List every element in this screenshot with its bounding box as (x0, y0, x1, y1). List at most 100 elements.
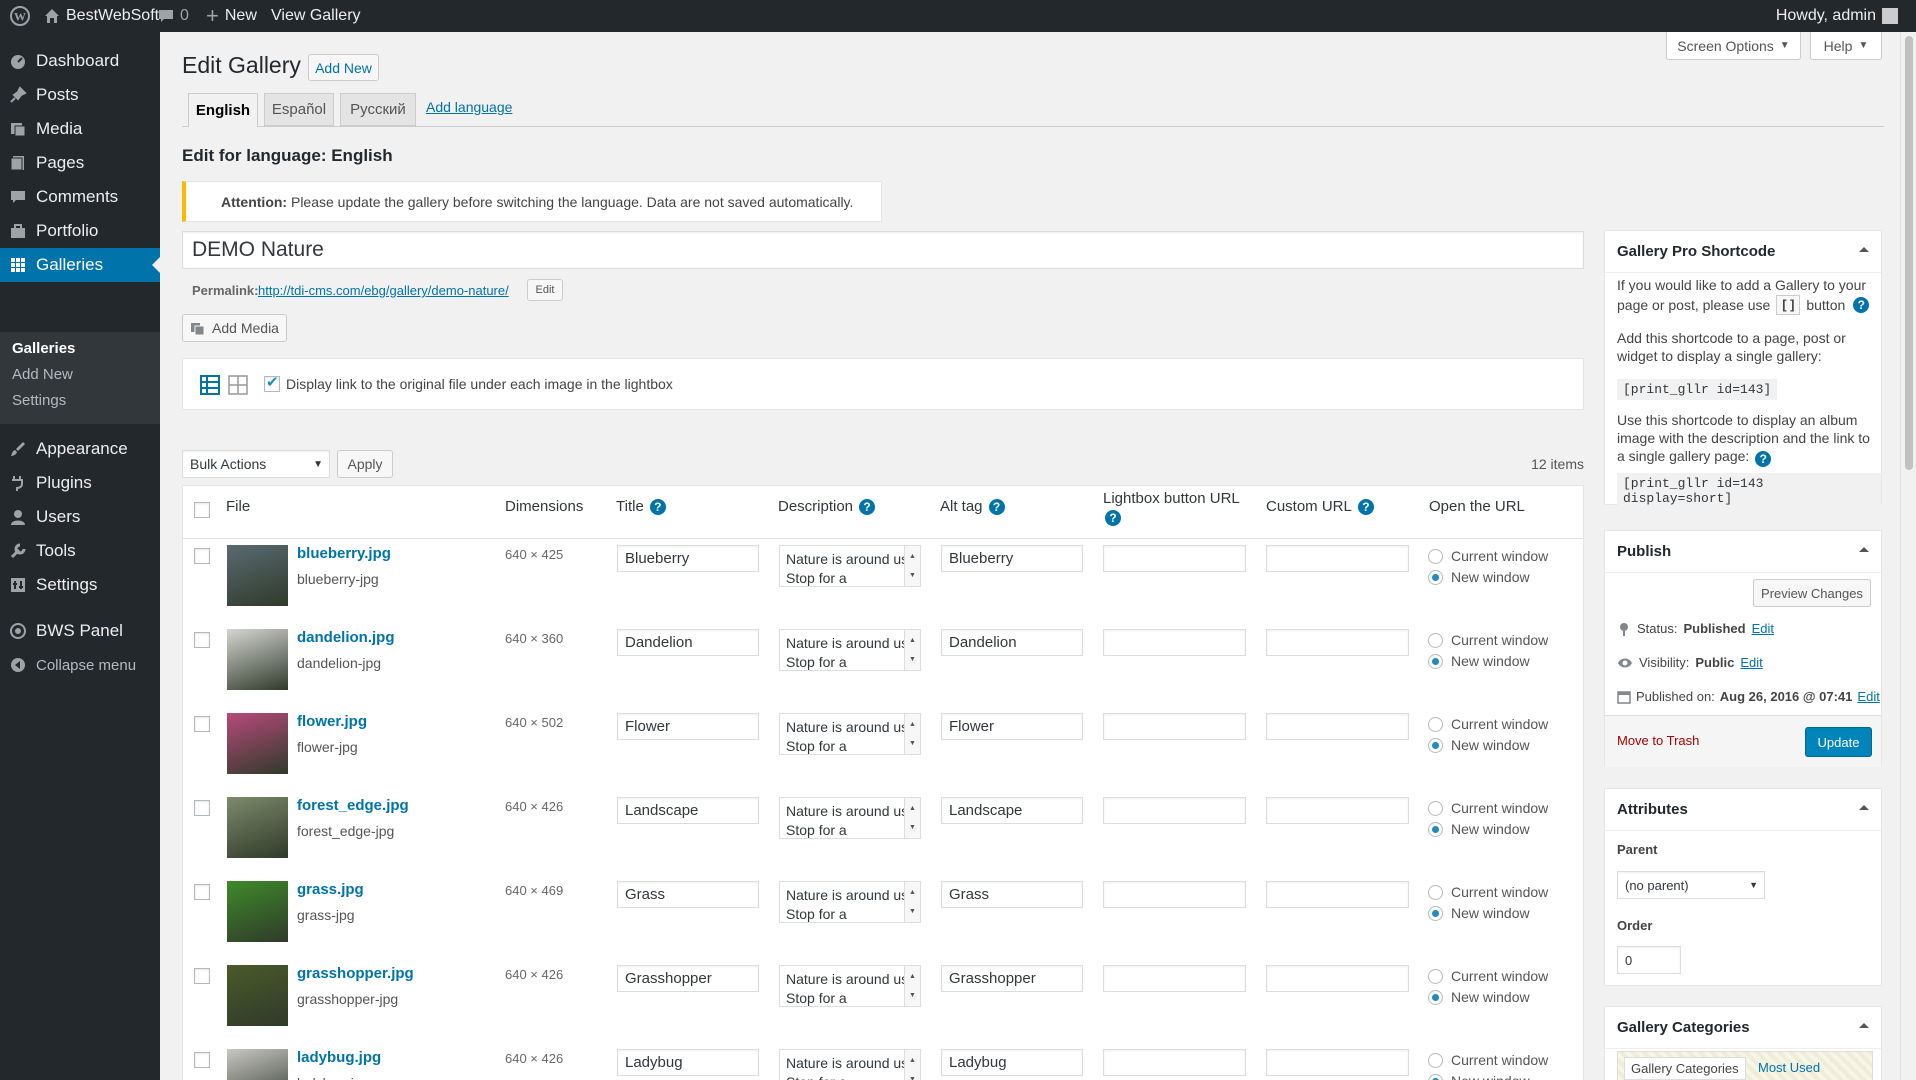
title-input[interactable]: Landscape (617, 797, 759, 824)
move-to-trash-link[interactable]: Move to Trash (1617, 733, 1699, 748)
textarea-scroll[interactable]: ▲ ▼ (904, 630, 920, 670)
view-gallery-link[interactable]: View Gallery (271, 0, 361, 32)
tab-russian[interactable]: Русский (340, 93, 416, 126)
sidebar-item-portfolio[interactable]: Portfolio (0, 214, 160, 248)
apply-button[interactable]: Apply (337, 450, 393, 478)
title-input[interactable]: Dandelion (617, 629, 759, 656)
thumbnail-image[interactable] (227, 797, 288, 858)
description-textarea[interactable]: Nature is around us. Stop for a▲▼ (779, 713, 921, 755)
attributes-panel-header[interactable]: Attributes (1605, 789, 1881, 831)
collapse-arrow-icon[interactable] (1859, 805, 1869, 810)
sidebar-item-tools[interactable]: Tools (0, 534, 160, 568)
file-name-link[interactable]: forest_edge.jpg (297, 797, 409, 814)
thumbnail-image[interactable] (227, 881, 288, 942)
sidebar-item-media[interactable]: Media (0, 112, 160, 146)
collapse-menu-button[interactable]: Collapse menu (0, 648, 160, 682)
current-window-radio[interactable] (1428, 548, 1443, 564)
collapse-arrow-icon[interactable] (1859, 547, 1869, 552)
categories-panel-header[interactable]: Gallery Categories (1605, 1007, 1881, 1049)
help-icon[interactable]: ? (1105, 510, 1121, 526)
current-window-option[interactable]: Current window (1428, 966, 1548, 986)
add-language-link[interactable]: Add language (426, 99, 512, 115)
current-window-option[interactable]: Current window (1428, 630, 1548, 650)
select-all-checkbox[interactable] (194, 502, 210, 518)
row-checkbox[interactable] (194, 800, 210, 816)
current-window-radio[interactable] (1428, 968, 1443, 984)
lightbox-url-input[interactable] (1103, 1049, 1246, 1076)
site-name-link[interactable]: BestWebSoft (44, 0, 159, 32)
sidebar-item-comments[interactable]: Comments (0, 180, 160, 214)
textarea-scroll[interactable]: ▲ ▼ (904, 966, 920, 1006)
new-content-link[interactable]: + New (206, 0, 257, 32)
display-link-checkbox[interactable]: ✔ (264, 374, 280, 392)
submenu-settings[interactable]: Settings (12, 392, 66, 409)
tab-most-used[interactable]: Most Used (1758, 1060, 1820, 1075)
lightbox-url-input[interactable] (1103, 713, 1246, 740)
alt-tag-input[interactable]: Landscape (941, 797, 1083, 824)
sidebar-item-dashboard[interactable]: Dashboard (0, 44, 160, 78)
help-icon[interactable]: ? (1755, 451, 1772, 467)
lightbox-url-input[interactable] (1103, 545, 1246, 572)
tab-english[interactable]: English (188, 93, 258, 127)
custom-url-input[interactable] (1266, 629, 1409, 656)
lightbox-url-input[interactable] (1103, 797, 1246, 824)
description-textarea[interactable]: Nature is around us. Stop for a▲▼ (779, 965, 921, 1007)
new-window-radio[interactable] (1428, 653, 1443, 669)
textarea-scroll[interactable]: ▲ ▼ (904, 798, 920, 838)
current-window-radio[interactable] (1428, 884, 1443, 900)
order-input[interactable]: 0 (1617, 946, 1681, 974)
lightbox-url-input[interactable] (1103, 965, 1246, 992)
description-textarea[interactable]: Nature is around us. Stop for a▲▼ (779, 881, 921, 923)
thumbnail-image[interactable] (227, 629, 288, 690)
title-input[interactable]: Grass (617, 881, 759, 908)
row-checkbox[interactable] (194, 632, 210, 648)
sidebar-item-plugins[interactable]: Plugins (0, 466, 160, 500)
permalink-edit-button[interactable]: Edit (527, 279, 563, 301)
row-checkbox[interactable] (194, 1052, 210, 1068)
thumbnail-image[interactable] (227, 1049, 288, 1080)
alt-tag-input[interactable]: Dandelion (941, 629, 1083, 656)
parent-select[interactable]: (no parent) ▼ (1617, 871, 1765, 899)
new-window-option[interactable]: New window (1428, 903, 1548, 923)
new-window-radio[interactable] (1428, 905, 1443, 921)
description-textarea[interactable]: Nature is around us. Stop for a▲▼ (779, 1049, 921, 1080)
textarea-scroll[interactable]: ▲ ▼ (904, 546, 920, 586)
current-window-option[interactable]: Current window (1428, 546, 1548, 566)
current-window-option[interactable]: Current window (1428, 1050, 1548, 1070)
file-name-link[interactable]: grasshopper.jpg (297, 965, 414, 982)
current-window-radio[interactable] (1428, 1052, 1443, 1068)
sidebar-item-galleries[interactable]: Galleries (0, 248, 160, 282)
file-name-link[interactable]: flower.jpg (297, 713, 367, 730)
new-window-option[interactable]: New window (1428, 651, 1548, 671)
file-name-link[interactable]: grass.jpg (297, 881, 364, 898)
sidebar-item-users[interactable]: Users (0, 500, 160, 534)
publish-panel-header[interactable]: Publish (1605, 531, 1881, 573)
custom-url-input[interactable] (1266, 965, 1409, 992)
thumbnail-image[interactable] (227, 545, 288, 606)
edit-visibility-link[interactable]: Edit (1740, 654, 1762, 672)
description-textarea[interactable]: Nature is around us. Stop for a▲▼ (779, 629, 921, 671)
screen-options-button[interactable]: Screen Options ▼ (1666, 32, 1801, 60)
thumbnail-image[interactable] (227, 965, 288, 1026)
sidebar-item-bws-panel[interactable]: BWS Panel (0, 614, 160, 648)
grid-view-icon[interactable] (228, 375, 248, 395)
wordpress-logo-icon[interactable]: W (10, 0, 30, 32)
thumbnail-image[interactable] (227, 713, 288, 774)
edit-status-link[interactable]: Edit (1752, 620, 1774, 638)
alt-tag-input[interactable]: Grasshopper (941, 965, 1083, 992)
alt-tag-input[interactable]: Flower (941, 713, 1083, 740)
collapse-arrow-icon[interactable] (1859, 247, 1869, 252)
sidebar-item-appearance[interactable]: Appearance (0, 432, 160, 466)
help-icon[interactable]: ? (1357, 498, 1374, 515)
row-checkbox[interactable] (194, 968, 210, 984)
submenu-add-new[interactable]: Add New (12, 366, 73, 383)
tab-espanol[interactable]: Español (264, 93, 334, 126)
current-window-radio[interactable] (1428, 716, 1443, 732)
textarea-scroll[interactable]: ▲ ▼ (904, 714, 920, 754)
gallery-title-input[interactable]: DEMO Nature (182, 231, 1584, 269)
file-name-link[interactable]: blueberry.jpg (297, 545, 391, 562)
new-window-option[interactable]: New window (1428, 987, 1548, 1007)
sidebar-item-pages[interactable]: Pages (0, 146, 160, 180)
description-textarea[interactable]: Nature is around us. Stop for a▲▼ (779, 545, 921, 587)
scrollbar-thumb[interactable] (1905, 36, 1913, 470)
